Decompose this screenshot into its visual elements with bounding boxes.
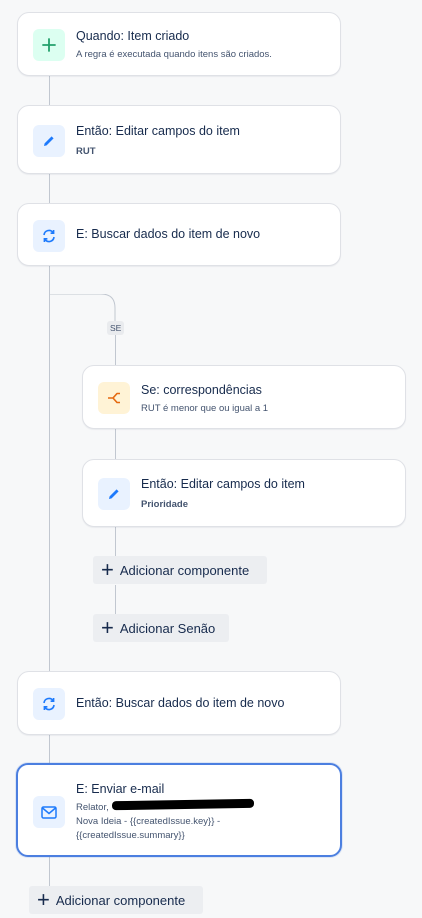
trigger-subtitle: A regra é executada quando itens são cri… bbox=[76, 49, 272, 60]
connector-line bbox=[115, 428, 116, 460]
plus-icon: + bbox=[101, 615, 114, 640]
connector-line bbox=[115, 335, 116, 366]
edit-fields-card[interactable]: Então: Editar campos do item RUT bbox=[17, 105, 341, 174]
mail-icon bbox=[33, 796, 65, 828]
refetch-title: E: Buscar dados do item de novo bbox=[76, 227, 261, 241]
connector-line bbox=[115, 526, 116, 557]
branch-se-badge: SE bbox=[107, 321, 125, 335]
edit-fields-field: RUT bbox=[76, 146, 96, 157]
add-component-button[interactable]: + Adicionar componente bbox=[29, 886, 203, 914]
add-component-label: Adicionar componente bbox=[119, 562, 250, 578]
pencil-icon bbox=[98, 478, 130, 510]
send-email-title: E: Enviar e-mail bbox=[76, 782, 165, 796]
branch-icon bbox=[98, 382, 130, 414]
add-else-button[interactable]: + Adicionar Senão bbox=[93, 614, 229, 642]
refetch-card-then[interactable]: Então: Buscar dados do item de novo bbox=[17, 671, 341, 735]
edit-fields-field: Prioridade bbox=[141, 499, 188, 510]
trigger-title: Quando: Item criado bbox=[76, 29, 190, 43]
connector-line bbox=[115, 585, 116, 615]
condition-subtitle: RUT é menor que ou igual a 1 bbox=[141, 403, 269, 414]
refresh-icon bbox=[33, 220, 65, 252]
plus-icon: + bbox=[101, 557, 114, 582]
add-component-label: Adicionar componente bbox=[55, 892, 186, 908]
pencil-icon bbox=[33, 125, 65, 157]
refetch-title: Então: Buscar dados do item de novo bbox=[76, 696, 285, 710]
connector-line bbox=[49, 75, 50, 106]
trigger-card[interactable]: Quando: Item criado A regra é executada … bbox=[17, 12, 341, 76]
send-email-recipients: Relator, bbox=[76, 802, 109, 813]
add-else-label: Adicionar Senão bbox=[119, 620, 216, 636]
connector-line bbox=[49, 265, 50, 672]
edit-fields-card-priority[interactable]: Então: Editar campos do item Prioridade bbox=[82, 459, 406, 527]
plus-icon: + bbox=[37, 887, 50, 912]
branch-connector bbox=[49, 294, 116, 324]
connector-line bbox=[49, 173, 50, 204]
add-component-button[interactable]: + Adicionar componente bbox=[93, 556, 267, 584]
plus-icon bbox=[33, 29, 65, 61]
refresh-icon bbox=[33, 688, 65, 720]
edit-fields-title: Então: Editar campos do item bbox=[141, 477, 305, 491]
condition-card[interactable]: Se: correspondências RUT é menor que ou … bbox=[82, 365, 406, 429]
send-email-card[interactable]: E: Enviar e-mail Relator, Nova Ideia - {… bbox=[16, 763, 342, 857]
edit-fields-title: Então: Editar campos do item bbox=[76, 124, 240, 138]
connector-line bbox=[49, 734, 50, 764]
condition-title: Se: correspondências bbox=[141, 383, 262, 397]
connector-line bbox=[49, 856, 50, 888]
send-email-subject-summary: {{createdIssue.summary}} bbox=[76, 830, 185, 841]
send-email-subject: Nova Ideia - {{createdIssue.key}} - bbox=[76, 816, 221, 827]
refetch-card[interactable]: E: Buscar dados do item de novo bbox=[17, 203, 341, 266]
